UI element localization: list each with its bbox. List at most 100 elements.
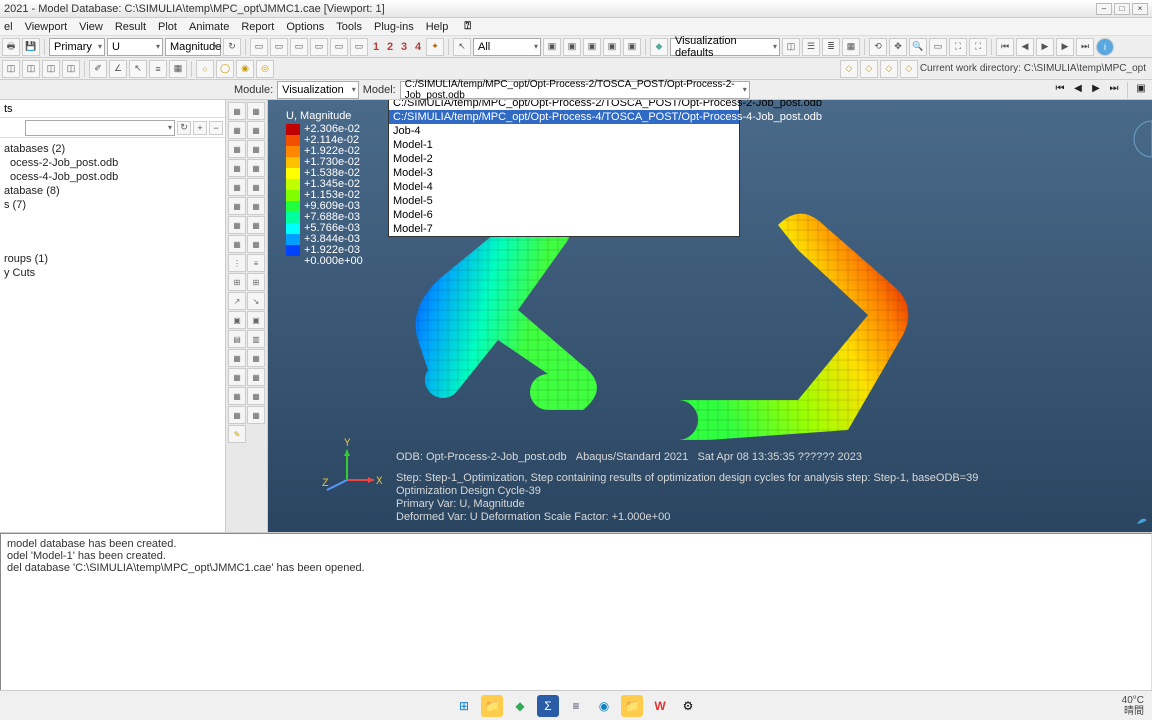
vt-7[interactable]: ▦ [228,159,246,177]
menu-viewport[interactable]: Viewport [25,21,68,33]
vt-20[interactable]: ⊞ [247,273,265,291]
app2-icon[interactable]: Σ [537,695,559,717]
tb2-icon-1[interactable]: ◫ [2,60,20,78]
filter1-icon[interactable]: ▣ [543,38,561,56]
tree-node-s7[interactable]: s (7) [0,198,225,212]
vt-3[interactable]: ▦ [228,121,246,139]
menu-options[interactable]: Options [286,21,324,33]
view6-icon[interactable]: ▭ [350,38,368,56]
menu-animate[interactable]: Animate [189,21,229,33]
vt-16[interactable]: ▦ [247,235,265,253]
datum2-icon[interactable]: ◇ [860,60,878,78]
menu-view[interactable]: View [79,21,103,33]
filter3-icon[interactable]: ▣ [583,38,601,56]
maximize-button[interactable]: □ [1114,3,1130,15]
tb2-circle4-icon[interactable]: ◎ [256,60,274,78]
vt-6[interactable]: ▦ [247,140,265,158]
vt-2[interactable]: ▦ [247,102,265,120]
frame-prev-icon[interactable]: ◀ [1071,82,1085,96]
menu-el[interactable]: el [4,21,13,33]
filter4-icon[interactable]: ▣ [603,38,621,56]
tree-collapse-icon[interactable]: − [209,121,223,135]
viewport[interactable]: U, Magnitude +2.306e-02+2.114e-02+1.922e… [268,100,1152,532]
menu-tools[interactable]: Tools [336,21,362,33]
module-combo[interactable]: Visualization [277,81,359,99]
menu-result[interactable]: Result [115,21,146,33]
tb2-icon-2[interactable]: ◫ [22,60,40,78]
menu-plugins[interactable]: Plug-ins [374,21,414,33]
tree-node-databases[interactable]: atabases (2) [0,142,225,156]
model-dropdown-item[interactable]: Model-7 [389,222,739,236]
model-dropdown-item[interactable]: Job-4 [389,124,739,138]
vt-34[interactable]: ▦ [247,406,265,424]
select-icon[interactable]: ↖ [453,38,471,56]
fit-icon[interactable]: ⛶ [949,38,967,56]
perspective-icon[interactable]: ◫ [782,38,800,56]
next-icon[interactable]: ▶ [1056,38,1074,56]
tree-expand-icon[interactable]: + [193,121,207,135]
tree-tab[interactable]: ts [0,100,225,118]
model-dropdown-item[interactable]: Model-5 [389,194,739,208]
vt-29[interactable]: ▦ [228,368,246,386]
tb2-circle3-icon[interactable]: ◉ [236,60,254,78]
view2-icon[interactable]: ▭ [270,38,288,56]
tb2-grid-icon[interactable]: ▦ [169,60,187,78]
minimize-button[interactable]: ‒ [1096,3,1112,15]
view-compass[interactable] [1132,104,1152,174]
tb2-list-icon[interactable]: ≡ [149,60,167,78]
play-icon[interactable]: ▶ [1036,38,1054,56]
model-dropdown-item[interactable]: Model-3 [389,166,739,180]
tb2-icon-3[interactable]: ◫ [42,60,60,78]
vt-1[interactable]: ▦ [228,102,246,120]
vt-11[interactable]: ▦ [228,197,246,215]
vt-21[interactable]: ↗ [228,292,246,310]
frame-first-icon[interactable]: ⏮ [1053,82,1067,96]
tb2-arrow-icon[interactable]: ↖ [129,60,147,78]
whats-this-icon[interactable]: ⍰ [464,20,471,33]
filter5-icon[interactable]: ▣ [623,38,641,56]
view3-icon[interactable]: ▭ [290,38,308,56]
vt-25[interactable]: ▤ [228,330,246,348]
variable-type-combo[interactable]: Primary [49,38,105,56]
zoom-box-icon[interactable]: ▭ [929,38,947,56]
first-icon[interactable]: ⏮ [996,38,1014,56]
component-combo[interactable]: Magnitude [165,38,221,56]
grid-icon[interactable]: ▦ [842,38,860,56]
datum4-icon[interactable]: ◇ [900,60,918,78]
tree-node-odb1[interactable]: ocess-2-Job_post.odb [0,156,225,170]
tree-node-groups[interactable]: roups (1) [0,252,225,266]
layers-icon[interactable]: ≣ [822,38,840,56]
tb2-ruler-icon[interactable]: ✐ [89,60,107,78]
vt-33[interactable]: ▦ [228,406,246,424]
explorer-icon[interactable]: 📁 [481,695,503,717]
print-icon[interactable]: 🖶 [2,38,20,56]
datum3-icon[interactable]: ◇ [880,60,898,78]
frame-next-icon[interactable]: ▶ [1089,82,1103,96]
vt-8[interactable]: ▦ [247,159,265,177]
step-icon[interactable]: ▣ [1134,82,1148,96]
tb2-angle-icon[interactable]: ∠ [109,60,127,78]
wps-icon[interactable]: W [649,695,671,717]
vt-27[interactable]: ▦ [228,349,246,367]
view5-icon[interactable]: ▭ [330,38,348,56]
datum1-icon[interactable]: ◇ [840,60,858,78]
vt-23[interactable]: ▣ [228,311,246,329]
vt-32[interactable]: ▦ [247,387,265,405]
last-icon[interactable]: ⏭ [1076,38,1094,56]
tree-node-database8[interactable]: atabase (8) [0,184,225,198]
selection-filter-combo[interactable]: All [473,38,541,56]
view4-icon[interactable]: ▭ [310,38,328,56]
tb2-icon-4[interactable]: ◫ [62,60,80,78]
close-button[interactable]: × [1132,3,1148,15]
model-dropdown-item[interactable]: Model-4 [389,180,739,194]
tree-node-odb2[interactable]: ocess-4-Job_post.odb [0,170,225,184]
tree-filter-combo[interactable] [25,120,175,136]
display-defaults-combo[interactable]: Visualization defaults [670,38,780,56]
vt-5[interactable]: ▦ [228,140,246,158]
view-num-2[interactable]: 2 [384,41,396,53]
view-num-1[interactable]: 1 [370,41,382,53]
model-dropdown-item[interactable]: Model-6 [389,208,739,222]
sync-icon[interactable]: ↻ [223,38,241,56]
vt-12[interactable]: ▦ [247,197,265,215]
tree-node-cuts[interactable]: y Cuts [0,266,225,280]
